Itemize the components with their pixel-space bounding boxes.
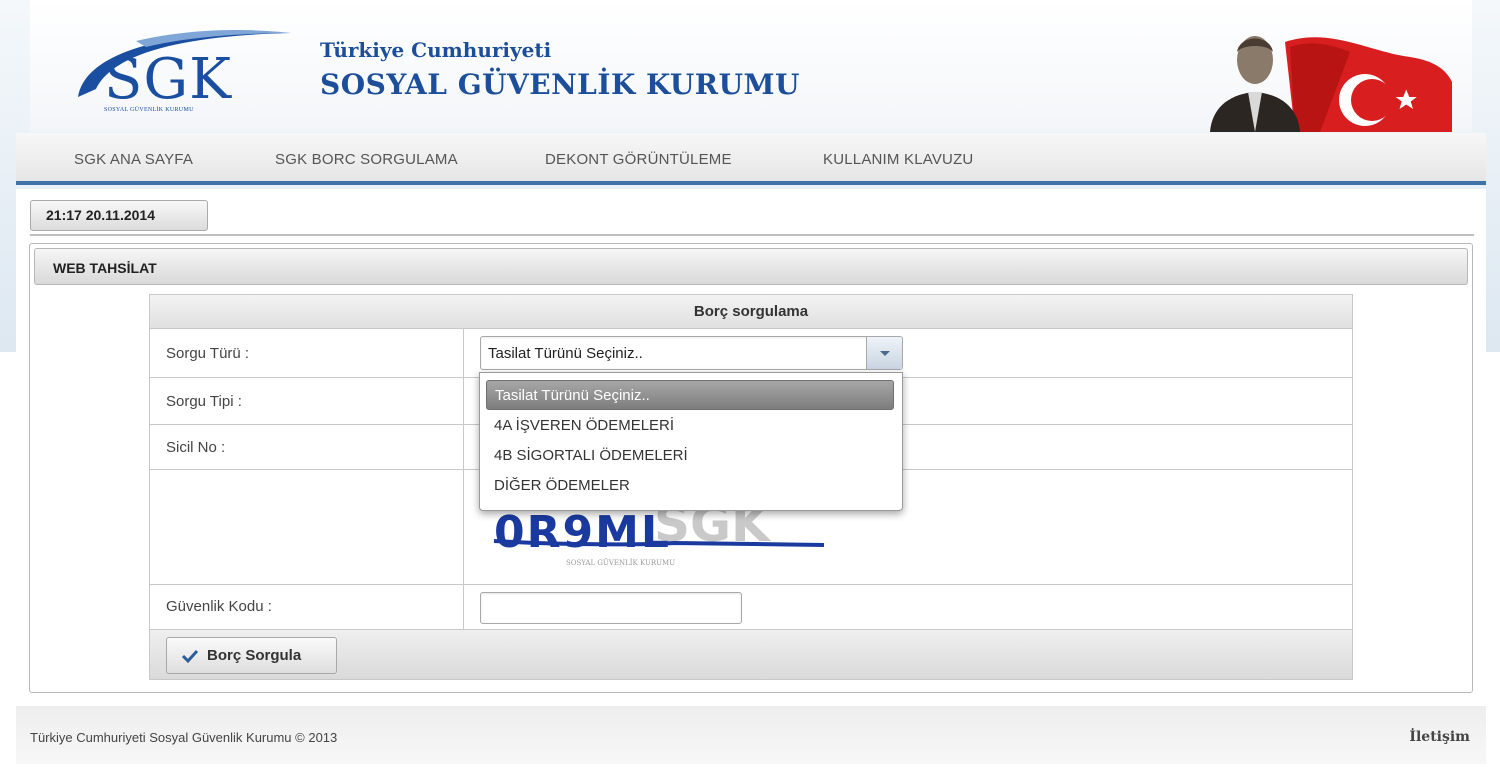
label-sorgu-tipi: Sorgu Tipi : (166, 393, 242, 410)
checkmark-icon (181, 649, 199, 664)
portrait-flag-image (1200, 22, 1455, 132)
main-nav: SGK ANA SAYFA SGK BORC SORGULAMA DEKONT … (16, 133, 1486, 185)
nav-item-debt-query[interactable]: SGK BORC SORGULAMA (275, 151, 458, 168)
clock-badge: 21:17 20.11.2014 (30, 200, 208, 231)
dropdown-option-default[interactable]: Tasilat Türünü Seçiniz.. (486, 380, 894, 410)
debt-query-button[interactable]: Borç Sorgula (166, 637, 337, 674)
logo-subtitle: SOSYAL GÜVENLİK KURUMU (104, 107, 194, 113)
column-divider (463, 329, 464, 629)
debt-query-button-label: Borç Sorgula (207, 647, 302, 664)
org-country: Türkiye Cumhuriyeti (320, 38, 552, 62)
captcha-watermark: SOSYAL GÜVENLİK KURUMU (566, 558, 675, 567)
org-name: SOSYAL GÜVENLİK KURUMU (320, 68, 800, 101)
footer-contact-link[interactable]: İletişim (1409, 729, 1470, 745)
nav-item-user-guide[interactable]: KULLANIM KLAVUZU (823, 151, 973, 168)
site-footer: Türkiye Cumhuriyeti Sosyal Güvenlik Kuru… (16, 706, 1486, 764)
label-sicil-no: Sicil No : (166, 439, 226, 456)
security-code-input[interactable] (480, 592, 742, 624)
debt-query-form: Borç sorgulama Sorgu Türü : Sorgu Tipi :… (149, 294, 1353, 680)
chevron-down-icon[interactable] (866, 337, 902, 369)
form-title: Borç sorgulama (150, 295, 1352, 329)
payment-type-selected-value: Tasilat Türünü Seçiniz.. (488, 345, 643, 362)
label-guvenlik-kodu: Güvenlik Kodu : (166, 598, 272, 615)
divider (30, 234, 1474, 236)
label-sorgu-turu: Sorgu Türü : (166, 345, 250, 362)
payment-type-select[interactable]: Tasilat Türünü Seçiniz.. (480, 336, 903, 370)
panel-title: WEB TAHSİLAT (34, 248, 1468, 285)
logo-text: SGK (104, 47, 232, 112)
payment-type-dropdown: Tasilat Türünü Seçiniz.. 4A İŞVEREN ÖDEM… (479, 372, 903, 511)
captcha-text: 0R9ML (494, 507, 671, 558)
sgk-logo[interactable]: SGK SOSYAL GÜVENLİK KURUMU (76, 27, 291, 122)
nav-item-receipt-view[interactable]: DEKONT GÖRÜNTÜLEME (545, 151, 732, 168)
dropdown-option-other[interactable]: DİĞER ÖDEMELER (486, 471, 894, 501)
dropdown-option-4b[interactable]: 4B SİGORTALI ÖDEMELERİ (486, 441, 894, 471)
dropdown-option-4a[interactable]: 4A İŞVEREN ÖDEMELERİ (486, 411, 894, 441)
row-divider (150, 584, 1352, 585)
nav-item-home[interactable]: SGK ANA SAYFA (74, 151, 193, 168)
footer-copyright: Türkiye Cumhuriyeti Sosyal Güvenlik Kuru… (30, 730, 338, 745)
